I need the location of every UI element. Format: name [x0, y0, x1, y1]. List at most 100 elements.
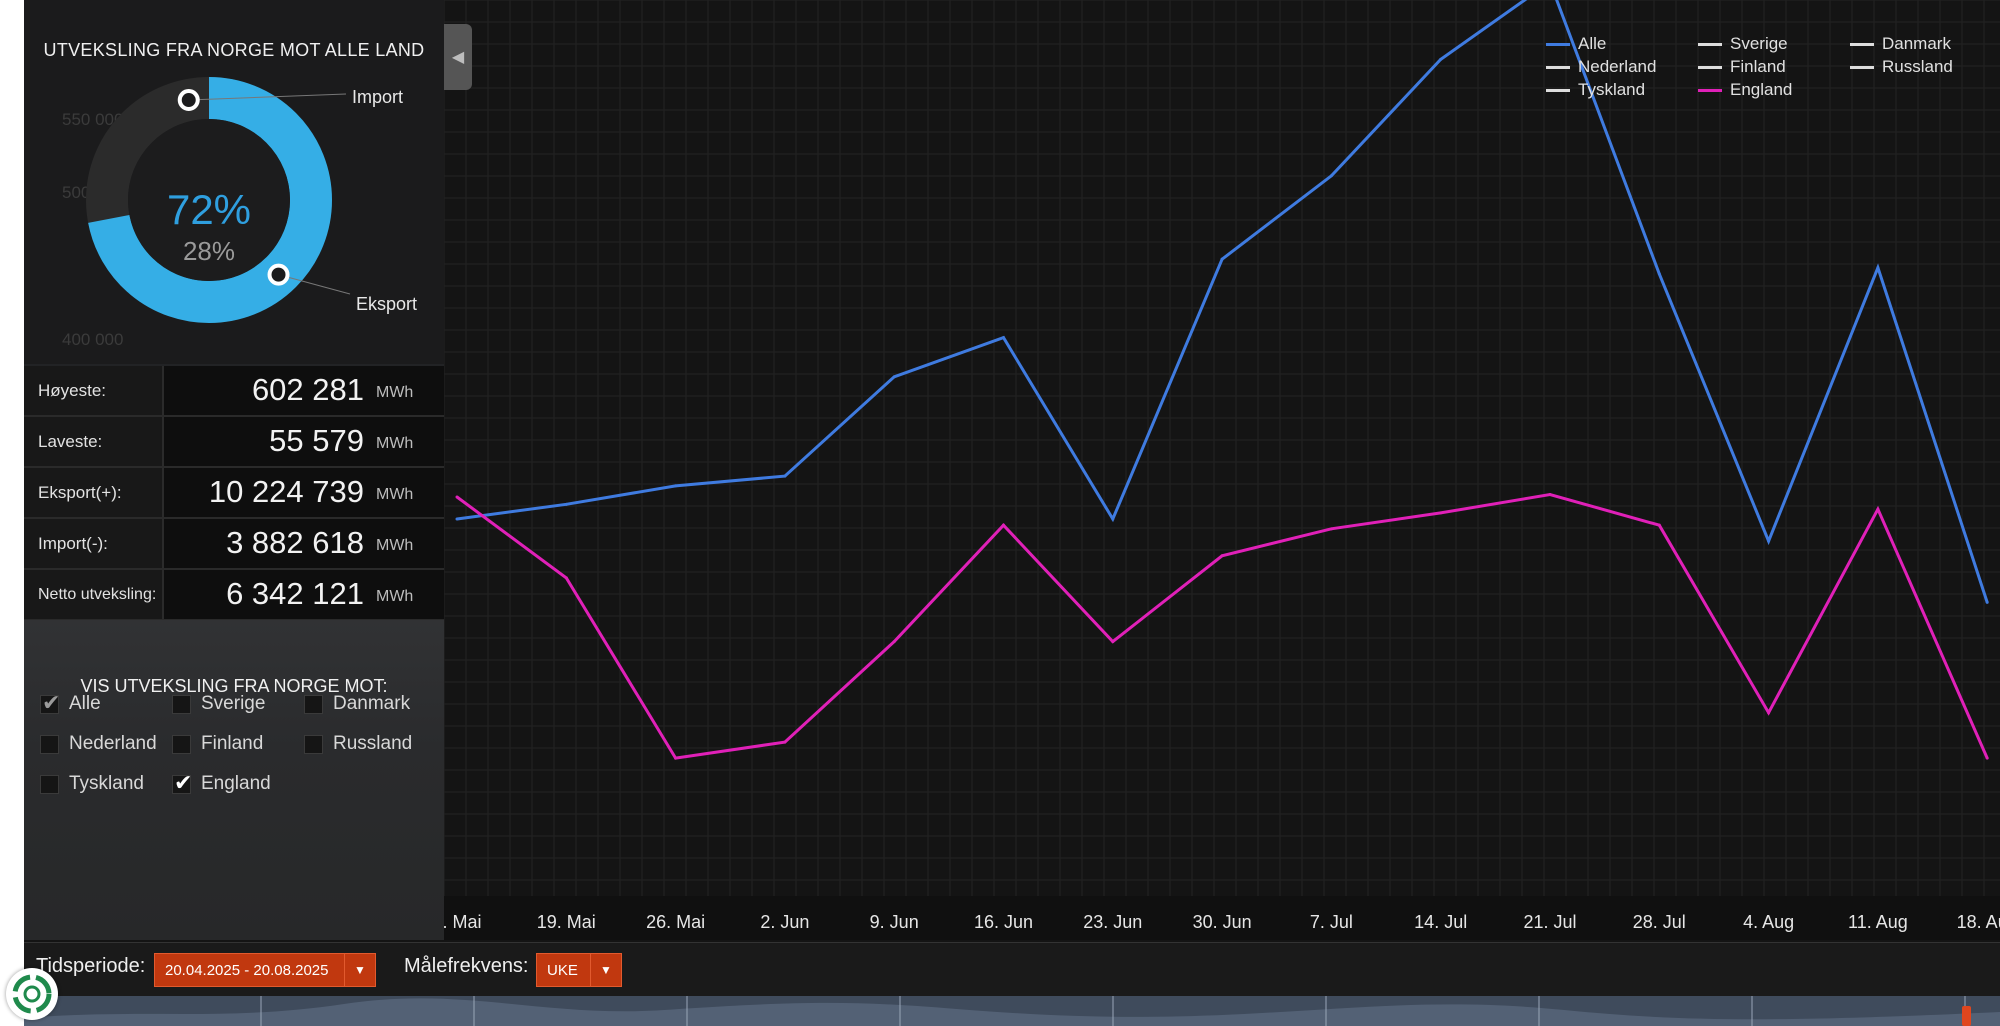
panel-title: UTVEKSLING FRA NORGE MOT ALLE LAND — [43, 40, 425, 60]
x-tick-label: 30. Jun — [1193, 912, 1252, 932]
data-point-alle[interactable] — [564, 502, 568, 506]
checkbox-box[interactable] — [172, 734, 191, 754]
stat-unit: MWh — [376, 384, 414, 401]
frequency-label: Målefrekvens: — [404, 955, 529, 977]
checkbox-box[interactable] — [40, 690, 60, 716]
x-tick-label: 28. Jul — [1633, 912, 1686, 932]
stat-value: 602 281 — [251, 372, 364, 407]
legend-swatch — [1698, 65, 1722, 69]
data-point-england[interactable] — [1548, 493, 1552, 497]
legend-item-finland[interactable]: Finland — [1698, 57, 1786, 77]
country-checkbox-danmark[interactable]: Danmark — [304, 693, 410, 715]
checkbox-box[interactable] — [172, 770, 192, 796]
legend-swatch — [1850, 42, 1874, 46]
data-point-alle[interactable] — [1220, 257, 1224, 261]
country-checkbox-alle[interactable]: Alle — [40, 690, 101, 716]
checkbox-box[interactable] — [172, 694, 191, 714]
country-checkbox-sverige[interactable]: Sverige — [172, 693, 265, 715]
x-tick-label: 11. Aug — [1848, 912, 1908, 932]
country-checkbox-nederland[interactable]: Nederland — [40, 733, 157, 755]
stat-row: Netto utveksling: 6 342 121 MWh — [24, 570, 444, 621]
data-point-england[interactable] — [1657, 523, 1661, 527]
country-filter-panel: VIS UTVEKSLING FRA NORGE MOT: AlleSverig… — [24, 620, 444, 940]
data-point-england[interactable] — [1220, 554, 1224, 558]
country-checkbox-finland[interactable]: Finland — [172, 733, 263, 755]
data-point-alle[interactable] — [1985, 600, 1989, 604]
data-point-england[interactable] — [1985, 756, 1989, 760]
stat-label: Netto utveksling: — [24, 570, 164, 619]
checkbox-label: Finland — [201, 733, 264, 754]
data-point-alle[interactable] — [1657, 272, 1661, 276]
collapse-sidebar-button[interactable]: ◀ — [444, 24, 472, 90]
data-point-alle[interactable] — [674, 484, 678, 488]
checkbox-label: England — [201, 773, 271, 794]
data-point-alle[interactable] — [1767, 539, 1771, 543]
data-point-england[interactable] — [1876, 507, 1880, 511]
legend-item-tyskland[interactable]: Tyskland — [1546, 80, 1645, 100]
data-point-alle[interactable] — [1329, 174, 1333, 178]
data-point-alle[interactable] — [892, 375, 896, 379]
legend-item-danmark[interactable]: Danmark — [1850, 34, 1951, 54]
import-marker — [177, 89, 200, 112]
legend-swatch — [1850, 65, 1874, 69]
sidebar: 550 000 500 000 400 000 UTVEKSLING FRA N… — [24, 0, 444, 940]
legend-item-alle[interactable]: Alle — [1546, 34, 1606, 54]
legend-item-england[interactable]: England — [1698, 80, 1792, 100]
checkbox-box[interactable] — [40, 774, 59, 794]
data-point-england[interactable] — [455, 495, 459, 499]
donut-panel: 550 000 500 000 400 000 UTVEKSLING FRA N… — [24, 0, 444, 364]
legend-label: Alle — [1578, 34, 1607, 53]
stat-value: 55 579 — [269, 423, 364, 458]
x-tick-label: 14. Jul — [1414, 912, 1467, 932]
country-checkbox-england[interactable]: England — [172, 770, 271, 796]
data-point-england[interactable] — [783, 740, 787, 744]
stat-label: Import(-): — [24, 519, 164, 568]
legend-item-sverige[interactable]: Sverige — [1698, 34, 1788, 54]
import-percentage: 72% — [166, 186, 252, 233]
data-point-alle[interactable] — [1002, 336, 1005, 340]
country-checkbox-russland[interactable]: Russland — [304, 733, 412, 755]
data-point-alle[interactable] — [1111, 517, 1115, 521]
data-point-england[interactable] — [564, 576, 568, 580]
data-point-alle[interactable] — [1876, 266, 1880, 270]
logo[interactable] — [6, 968, 58, 1020]
data-point-england[interactable] — [1329, 527, 1333, 531]
x-tick-label: 2. Mai — [444, 912, 482, 932]
timeline-navigator[interactable] — [24, 996, 2000, 1026]
checkbox-box[interactable] — [304, 694, 323, 714]
x-axis-ticks: 2. Mai 19. Mai 26. Mai 2. Jun 9. Jun 16. Jun 2… — [444, 912, 2000, 932]
caret-down-icon: ▼ — [344, 954, 375, 986]
data-point-alle[interactable] — [1439, 57, 1443, 61]
x-tick-label: 16. Jun — [974, 912, 1033, 932]
export-percentage: 28% — [182, 236, 236, 266]
checkbox-box[interactable] — [40, 734, 59, 754]
chart-area: 2. Mai 19. Mai 26. Mai 2. Jun 9. Jun 16. Jun 2… — [444, 0, 2000, 940]
stat-unit: MWh — [376, 486, 414, 503]
period-dropdown[interactable]: 20.04.2025 - 20.08.2025 ▼ — [154, 953, 376, 987]
x-tick-label: 2. Jun — [760, 912, 809, 932]
x-tick-label: 23. Jun — [1083, 912, 1142, 932]
data-point-england[interactable] — [674, 756, 678, 760]
legend-label: Danmark — [1882, 34, 1951, 53]
period-value: 20.04.2025 - 20.08.2025 — [165, 961, 329, 979]
country-checkbox-tyskland[interactable]: Tyskland — [40, 773, 144, 795]
stat-label: Høyeste: — [24, 366, 164, 415]
legend-swatch — [1546, 88, 1570, 92]
legend-label: Russland — [1882, 57, 1953, 76]
line-chart: 2. Mai 19. Mai 26. Mai 2. Jun 9. Jun 16. Jun 2… — [444, 0, 2000, 940]
timeline-handle[interactable] — [1962, 1006, 1971, 1026]
legend-item-nederland[interactable]: Nederland — [1546, 57, 1656, 77]
data-point-alle[interactable] — [455, 517, 459, 521]
data-point-alle[interactable] — [783, 474, 787, 478]
frequency-dropdown[interactable]: UKE ▼ — [536, 953, 622, 987]
data-point-england[interactable] — [892, 640, 896, 644]
legend-item-russland[interactable]: Russland — [1850, 57, 1953, 77]
data-point-england[interactable] — [1111, 640, 1115, 644]
checkbox-label: Danmark — [333, 693, 411, 714]
data-point-england[interactable] — [1002, 523, 1005, 527]
legend-label: England — [1730, 80, 1793, 99]
checkbox-box[interactable] — [304, 734, 323, 754]
data-point-england[interactable] — [1439, 511, 1443, 515]
caret-down-icon: ▼ — [590, 954, 621, 986]
data-point-england[interactable] — [1767, 711, 1771, 715]
